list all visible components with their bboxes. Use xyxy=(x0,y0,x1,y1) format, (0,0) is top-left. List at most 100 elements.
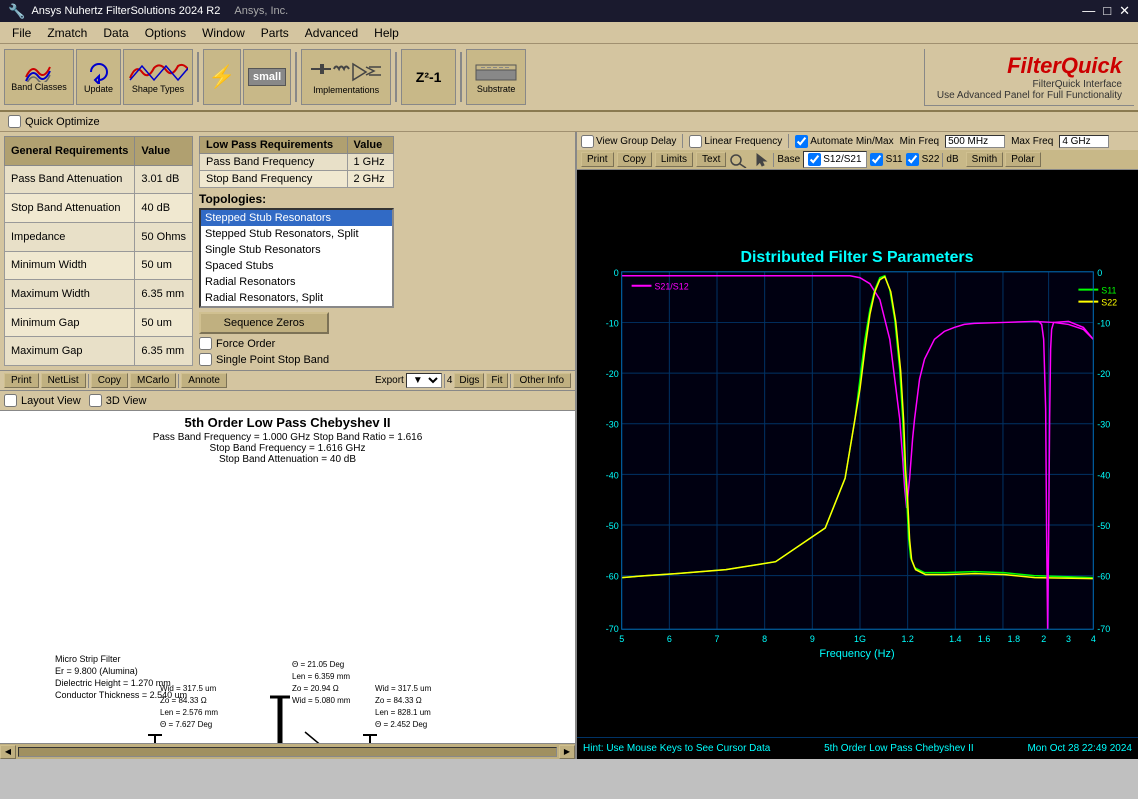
toolbar-z2[interactable]: Z²-1 xyxy=(401,49,456,105)
sp-s12s21-group: S12/S21 xyxy=(803,151,866,168)
table-row: Maximum Width 6.35 mm xyxy=(5,280,193,309)
diagram-info-0: Pass Band Frequency = 1.000 GHz Stop Ban… xyxy=(2,432,573,443)
svg-text:1G: 1G xyxy=(854,634,866,644)
stop-band-freq-value: 2 GHz xyxy=(347,171,394,188)
svg-text:6: 6 xyxy=(667,634,672,644)
smith-button[interactable]: Smith xyxy=(966,152,1004,167)
menu-parts[interactable]: Parts xyxy=(253,24,297,42)
s11-checkbox[interactable] xyxy=(870,153,883,166)
svg-text:9: 9 xyxy=(810,634,815,644)
diagram-title: 5th Order Low Pass Chebyshev II xyxy=(2,415,573,430)
sp-print-button[interactable]: Print xyxy=(581,152,614,167)
min-gap-value: 50 um xyxy=(135,308,193,337)
min-width-label: Minimum Width xyxy=(5,251,135,280)
toolbar-optimize-icon[interactable]: ⚡ xyxy=(203,49,241,105)
svg-text:-10: -10 xyxy=(606,318,619,328)
svg-text:-30: -30 xyxy=(606,420,619,430)
schem-mcarlo-button[interactable]: MCarlo xyxy=(130,373,176,388)
menu-zmatch[interactable]: Zmatch xyxy=(39,24,95,42)
topology-spaced-stubs[interactable]: Spaced Stubs xyxy=(201,258,392,274)
svg-text:5: 5 xyxy=(619,634,624,644)
band-classes-label: Band Classes xyxy=(11,82,67,92)
svg-text:-40: -40 xyxy=(1097,470,1110,480)
toolbar-sep-4 xyxy=(460,52,462,102)
s11-label: S11 xyxy=(886,154,903,165)
menu-window[interactable]: Window xyxy=(194,24,253,42)
scroll-left-button[interactable]: ◀ xyxy=(0,745,16,759)
topology-radial-split[interactable]: Radial Resonators, Split xyxy=(201,290,392,306)
smith-polar-group: Smith Polar xyxy=(966,152,1041,167)
schem-annote-button[interactable]: Annote xyxy=(181,373,227,388)
s12s21-checkbox[interactable] xyxy=(808,153,821,166)
other-info-button[interactable]: Other Info xyxy=(513,373,571,388)
sequence-zeros-button[interactable]: Sequence Zeros xyxy=(199,312,329,334)
sp-text-button[interactable]: Text xyxy=(696,152,726,167)
band-classes-icon xyxy=(24,62,54,82)
min-freq-label: Min Freq xyxy=(900,136,939,147)
scroll-thumb[interactable] xyxy=(18,747,557,757)
topology-stepped-stub[interactable]: Stepped Stub Resonators xyxy=(201,210,392,226)
quick-optimize-checkbox[interactable] xyxy=(8,115,21,128)
topology-single-stub[interactable]: Single Stub Resonators xyxy=(201,242,392,258)
scroll-right-button[interactable]: ▶ xyxy=(559,745,575,759)
low-pass-req-header: Low Pass Requirements xyxy=(200,137,347,154)
linear-freq-checkbox[interactable] xyxy=(689,135,702,148)
optimize-bolt-icon: ⚡ xyxy=(208,64,235,90)
layout-view-checkbox[interactable] xyxy=(4,394,17,407)
export-select[interactable]: ▼ xyxy=(406,373,442,388)
polar-button[interactable]: Polar xyxy=(1005,152,1040,167)
low-pass-requirements-table: Low Pass Requirements Value Pass Band Fr… xyxy=(199,136,394,188)
shape-types-icon xyxy=(128,60,188,84)
toolbar-small[interactable]: small xyxy=(243,49,291,105)
menu-file[interactable]: File xyxy=(4,24,39,42)
min-freq-input[interactable] xyxy=(945,135,1005,148)
toolbar-implementations[interactable]: Implementations xyxy=(301,49,391,105)
window-controls[interactable]: — □ ✕ xyxy=(1082,3,1130,19)
diagram-info-1: Stop Band Frequency = 1.616 GHz xyxy=(2,443,573,454)
3d-view-checkbox[interactable] xyxy=(89,394,102,407)
schem-sep1 xyxy=(88,374,89,388)
x-axis-label: Frequency (Hz) xyxy=(819,648,894,660)
toolbar-update[interactable]: Update xyxy=(76,49,121,105)
fit-button[interactable]: Fit xyxy=(486,373,507,388)
sp-limits-button[interactable]: Limits xyxy=(655,152,693,167)
minimize-button[interactable]: — xyxy=(1082,3,1095,19)
max-freq-input[interactable] xyxy=(1059,135,1109,148)
max-gap-label: Maximum Gap xyxy=(5,337,135,366)
menu-options[interactable]: Options xyxy=(137,24,194,42)
topologies-label: Topologies: xyxy=(199,192,394,206)
pass-band-atten-label: Pass Band Attenuation xyxy=(5,165,135,194)
menu-advanced[interactable]: Advanced xyxy=(297,24,366,42)
sp-base-label: Base xyxy=(777,154,800,165)
view-group-delay-label: View Group Delay xyxy=(596,136,676,147)
schem-copy-button[interactable]: Copy xyxy=(91,373,128,388)
maximize-button[interactable]: □ xyxy=(1103,3,1111,19)
topology-stepped-stub-split[interactable]: Stepped Stub Resonators, Split xyxy=(201,226,392,242)
toolbar-shape-types[interactable]: Shape Types xyxy=(123,49,193,105)
digs-value: 4 xyxy=(447,375,453,386)
view-group-delay-checkbox[interactable] xyxy=(581,135,594,148)
schem-print-button[interactable]: Print xyxy=(4,373,39,388)
sp-cursor-icon xyxy=(754,152,770,168)
s22-checkbox[interactable] xyxy=(906,153,919,166)
left-scrollbar[interactable]: ◀ ▶ xyxy=(0,743,575,759)
digs-button[interactable]: Digs xyxy=(454,373,484,388)
svg-text:7: 7 xyxy=(715,634,720,644)
status-hint: Hint: Use Mouse Keys to See Cursor Data xyxy=(583,743,770,754)
menu-bar: File Zmatch Data Options Window Parts Ad… xyxy=(0,22,1138,44)
topology-radial[interactable]: Radial Resonators xyxy=(201,274,392,290)
close-button[interactable]: ✕ xyxy=(1119,3,1130,19)
menu-help[interactable]: Help xyxy=(366,24,407,42)
app-company: Ansys, Inc. xyxy=(234,5,288,17)
toolbar-band-classes[interactable]: Band Classes xyxy=(4,49,74,105)
automate-minmax-checkbox[interactable] xyxy=(795,135,808,148)
menu-data[interactable]: Data xyxy=(95,24,136,42)
schem-netlist-button[interactable]: NetList xyxy=(41,373,86,388)
sp-copy-button[interactable]: Copy xyxy=(617,152,652,167)
single-point-checkbox[interactable] xyxy=(199,353,212,366)
sp-sep2 xyxy=(942,153,943,167)
toolbar-substrate[interactable]: Substrate xyxy=(466,49,526,105)
max-gap-value: 6.35 mm xyxy=(135,337,193,366)
stub3-theta: Θ = 2.452 Deg xyxy=(375,720,427,729)
force-order-checkbox[interactable] xyxy=(199,337,212,350)
